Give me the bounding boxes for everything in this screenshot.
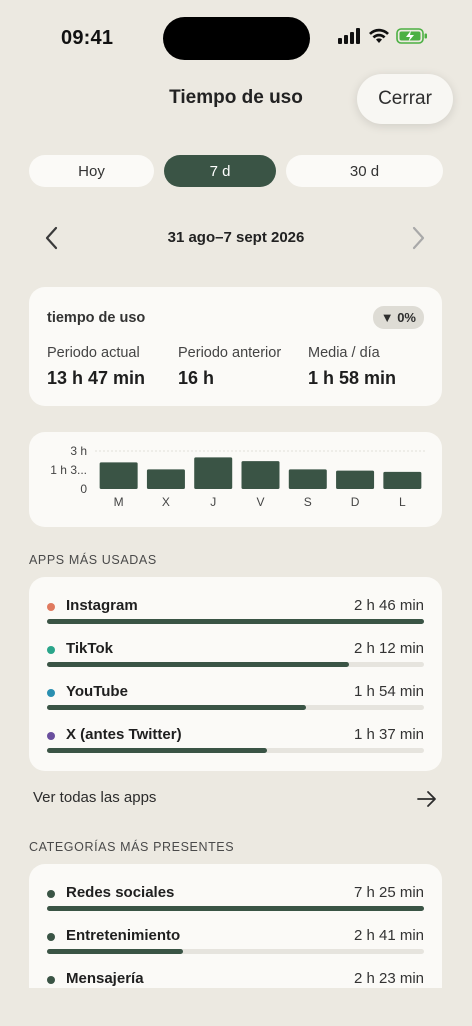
stat-current-period: Periodo actual 13 h 47 min (47, 345, 145, 389)
category-duration: 2 h 23 min (353, 970, 424, 987)
app-duration: 1 h 37 min (353, 726, 424, 743)
stat-previous-period: Periodo anterior 16 h (178, 345, 281, 389)
x-tick-label: V (256, 495, 264, 509)
chart-bar-x[interactable] (146, 469, 185, 489)
usage-bar-fill (47, 619, 424, 624)
stat-label: Media / día (308, 345, 380, 361)
stat-label: Periodo anterior (178, 345, 282, 361)
chart-bar-s[interactable] (288, 469, 327, 489)
usage-bar-fill (47, 949, 184, 954)
date-navigator: 31 ago–7 sept 2026 (0, 222, 472, 254)
top-apps-card: Instagram 2 h 46 min TikTok 2 h 12 min Y… (29, 577, 442, 771)
app-row-youtube[interactable]: YouTube 1 h 54 min (47, 683, 424, 713)
app-row-x[interactable]: X (antes Twitter) 1 h 37 min (47, 726, 424, 756)
status-bar: 09:41 (0, 0, 472, 76)
category-name: Mensajería (66, 970, 144, 987)
usage-bar-track (47, 662, 424, 667)
usage-bar-fill (47, 748, 268, 753)
category-name: Redes sociales (66, 884, 175, 901)
close-button[interactable]: Cerrar (357, 74, 453, 124)
chart-bar-d[interactable] (336, 470, 375, 489)
category-row-entertainment[interactable]: Entretenimiento 2 h 41 min (47, 927, 424, 957)
category-duration: 2 h 41 min (353, 927, 424, 944)
y-tick-label: 0 (80, 482, 87, 496)
arrow-right-icon[interactable] (416, 789, 438, 809)
app-name: Instagram (66, 597, 138, 614)
y-tick-label: 3 h (70, 444, 87, 458)
categories-section-heading: CATEGORÍAS MÁS PRESENTES (29, 840, 235, 854)
chart-bar-v[interactable] (241, 461, 280, 489)
chevron-right-icon (412, 226, 425, 250)
status-time: 09:41 (61, 27, 114, 49)
app-color-dot (47, 603, 55, 611)
category-color-dot (47, 976, 55, 984)
app-duration: 2 h 12 min (353, 640, 424, 657)
dynamic-island (163, 17, 310, 60)
usage-bar-track (47, 619, 424, 624)
app-color-dot (47, 689, 55, 697)
stat-daily-average: Media / día 1 h 58 min (308, 345, 396, 389)
x-tick-label: L (399, 495, 406, 509)
stat-value: 13 h 47 min (47, 368, 146, 388)
category-color-dot (47, 890, 55, 898)
chart-bar-m[interactable] (99, 462, 138, 489)
tab-7d[interactable]: 7 d (164, 155, 276, 187)
usage-bar-track (47, 748, 424, 753)
x-tick-label: S (304, 495, 312, 509)
usage-bar-track (47, 949, 424, 954)
top-categories-card: Redes sociales 7 h 25 min Entretenimient… (29, 864, 442, 988)
app-color-dot (47, 646, 55, 654)
app-name: TikTok (66, 640, 113, 657)
chart-bar-j[interactable] (194, 457, 233, 489)
wifi-icon (369, 28, 389, 43)
summary-title: tiempo de uso (47, 310, 146, 326)
see-all-apps-link[interactable]: Ver todas las apps (33, 789, 156, 806)
category-row-messaging[interactable]: Mensajería 2 h 23 min (47, 970, 424, 988)
usage-summary-card: tiempo de uso ▼ 0% Periodo actual 13 h 4… (29, 287, 442, 406)
change-badge: ▼ 0% (372, 306, 424, 329)
x-tick-label: J (210, 495, 216, 509)
category-duration: 7 h 25 min (353, 884, 424, 901)
category-color-dot (47, 933, 55, 941)
app-row-tiktok[interactable]: TikTok 2 h 12 min (47, 640, 424, 670)
usage-bar-track (47, 705, 424, 710)
usage-bar-fill (47, 906, 424, 911)
stat-label: Periodo actual (47, 345, 140, 361)
daily-usage-chart-card: 3 h 1 h 3... 0 M X J V S D L (29, 432, 442, 527)
x-tick-label: X (162, 495, 170, 509)
app-name: X (antes Twitter) (66, 726, 182, 743)
app-color-dot (47, 732, 55, 740)
stat-value: 16 h (178, 368, 215, 388)
daily-usage-chart: 3 h 1 h 3... 0 M X J V S D L (50, 444, 426, 509)
chart-bar-l[interactable] (383, 471, 422, 489)
cellular-signal-icon (338, 28, 360, 44)
usage-bar-fill (47, 705, 306, 710)
system-icons (338, 28, 428, 44)
usage-bar-fill (47, 662, 349, 667)
usage-bar-track (47, 906, 424, 911)
battery-charging-icon (396, 28, 427, 44)
app-name: YouTube (66, 683, 128, 700)
x-tick-label: M (114, 495, 124, 509)
app-row-instagram[interactable]: Instagram 2 h 46 min (47, 597, 424, 627)
app-duration: 1 h 54 min (353, 683, 424, 700)
x-tick-label: D (351, 495, 360, 509)
category-row-social[interactable]: Redes sociales 7 h 25 min (47, 884, 424, 914)
y-tick-label: 1 h 3... (50, 463, 87, 477)
category-name: Entretenimiento (66, 927, 181, 944)
tab-hoy[interactable]: Hoy (29, 155, 154, 187)
apps-section-heading: APPS MÁS USADAS (29, 553, 157, 567)
date-range-label: 31 ago–7 sept 2026 (167, 229, 305, 246)
stat-value: 1 h 58 min (308, 368, 397, 388)
tab-30d[interactable]: 30 d (286, 155, 443, 187)
app-duration: 2 h 46 min (353, 597, 424, 614)
